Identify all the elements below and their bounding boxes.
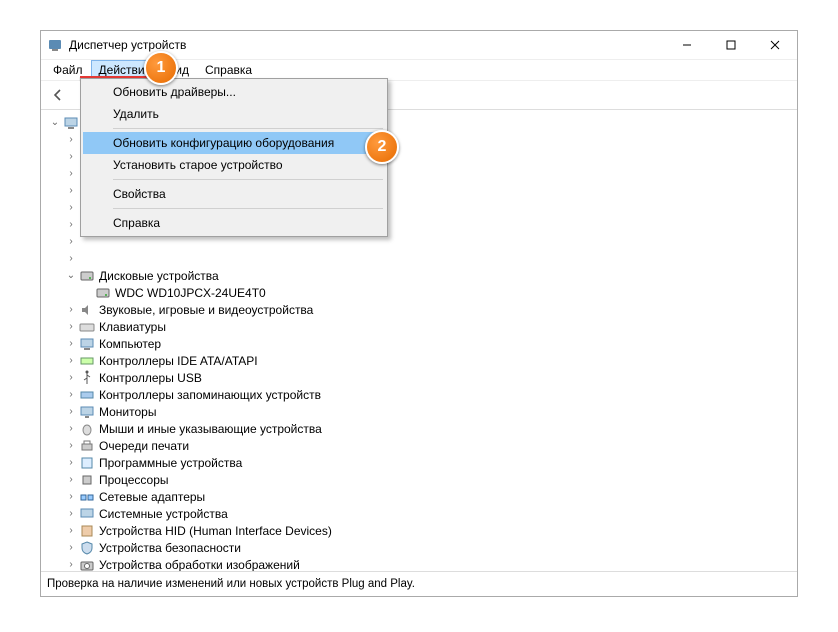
expander-open-icon[interactable]: ⌄ [47,117,63,128]
menu-help[interactable]: Справка [197,60,260,80]
annotation-callout-1: 1 [144,51,178,85]
tree-item-print-queues[interactable]: › Очереди печати [43,437,795,454]
menu-update-drivers[interactable]: Обновить драйверы... [83,81,385,103]
menu-help-item[interactable]: Справка [83,212,385,234]
expander-icon[interactable]: › [63,457,79,468]
computer-icon [63,115,79,131]
hid-icon [79,523,95,539]
menu-scan-hardware[interactable]: Обновить конфигурацию оборудования [83,132,385,154]
menu-delete[interactable]: Удалить [83,103,385,125]
controller-icon [79,387,95,403]
disk-icon [95,285,111,301]
menu-separator [113,179,383,180]
software-icon [79,455,95,471]
expander-icon[interactable]: › [63,389,79,400]
expander-icon[interactable]: › [63,559,79,570]
back-button[interactable] [45,82,71,108]
camera-icon [79,557,95,572]
expander-icon[interactable]: › [63,355,79,366]
minimize-button[interactable] [665,31,709,59]
tree-item-software-devices[interactable]: › Программные устройства [43,454,795,471]
monitor-icon [79,404,95,420]
action-dropdown-menu: Обновить драйверы... Удалить Обновить ко… [80,78,388,237]
tree-item-network[interactable]: › Сетевые адаптеры [43,488,795,505]
disk-icon [79,268,95,284]
expander-icon[interactable]: › [63,372,79,383]
system-icon [79,506,95,522]
expander-icon[interactable]: › [63,304,79,315]
cpu-icon [79,472,95,488]
menu-properties[interactable]: Свойства [83,183,385,205]
menu-add-legacy[interactable]: Установить старое устройство [83,154,385,176]
tree-item-audio[interactable]: › Звуковые, игровые и видеоустройства [43,301,795,318]
tree-item[interactable]: › [43,250,795,267]
expander-icon[interactable]: › [63,440,79,451]
expander-icon[interactable]: › [63,525,79,536]
app-icon [47,37,63,53]
keyboard-icon [79,319,95,335]
expander-icon[interactable]: › [63,338,79,349]
tree-item-storage-controllers[interactable]: › Контроллеры запоминающих устройств [43,386,795,403]
expander-open-icon[interactable]: ⌄ [63,270,79,281]
tree-item-ide[interactable]: › Контроллеры IDE ATA/ATAPI [43,352,795,369]
tree-item-processors[interactable]: › Процессоры [43,471,795,488]
tree-item-hid[interactable]: › Устройства HID (Human Interface Device… [43,522,795,539]
mouse-icon [79,421,95,437]
security-icon [79,540,95,556]
tree-item-usb[interactable]: › Контроллеры USB [43,369,795,386]
tree-item-imaging[interactable]: › Устройства обработки изображений [43,556,795,571]
computer-icon [79,336,95,352]
window-title: Диспетчер устройств [69,38,665,52]
tree-item-security[interactable]: › Устройства безопасности [43,539,795,556]
tree-item-mice[interactable]: › Мыши и иные указывающие устройства [43,420,795,437]
close-button[interactable] [753,31,797,59]
menu-separator [113,208,383,209]
expander-icon[interactable]: › [63,542,79,553]
statusbar: Проверка на наличие изменений или новых … [41,571,797,596]
expander-icon[interactable]: › [63,321,79,332]
printer-icon [79,438,95,454]
annotation-callout-2: 2 [365,130,399,164]
network-icon [79,489,95,505]
tree-item-keyboards[interactable]: › Клавиатуры [43,318,795,335]
expander-icon[interactable]: › [63,508,79,519]
tree-item-computer[interactable]: › Компьютер [43,335,795,352]
status-text: Проверка на наличие изменений или новых … [47,578,415,590]
expander-icon[interactable]: › [63,474,79,485]
tree-item-disk-devices[interactable]: ⌄ Дисковые устройства [43,267,795,284]
usb-icon [79,370,95,386]
speaker-icon [79,302,95,318]
controller-icon [79,353,95,369]
expander-icon[interactable]: › [63,406,79,417]
tree-item-monitors[interactable]: › Мониторы [43,403,795,420]
expander-icon[interactable]: › [63,423,79,434]
tree-item-wdc-disk[interactable]: WDC WD10JPCX-24UE4T0 [43,284,795,301]
maximize-button[interactable] [709,31,753,59]
tree-item-system[interactable]: › Системные устройства [43,505,795,522]
menu-separator [113,128,383,129]
expander-icon[interactable]: › [63,491,79,502]
